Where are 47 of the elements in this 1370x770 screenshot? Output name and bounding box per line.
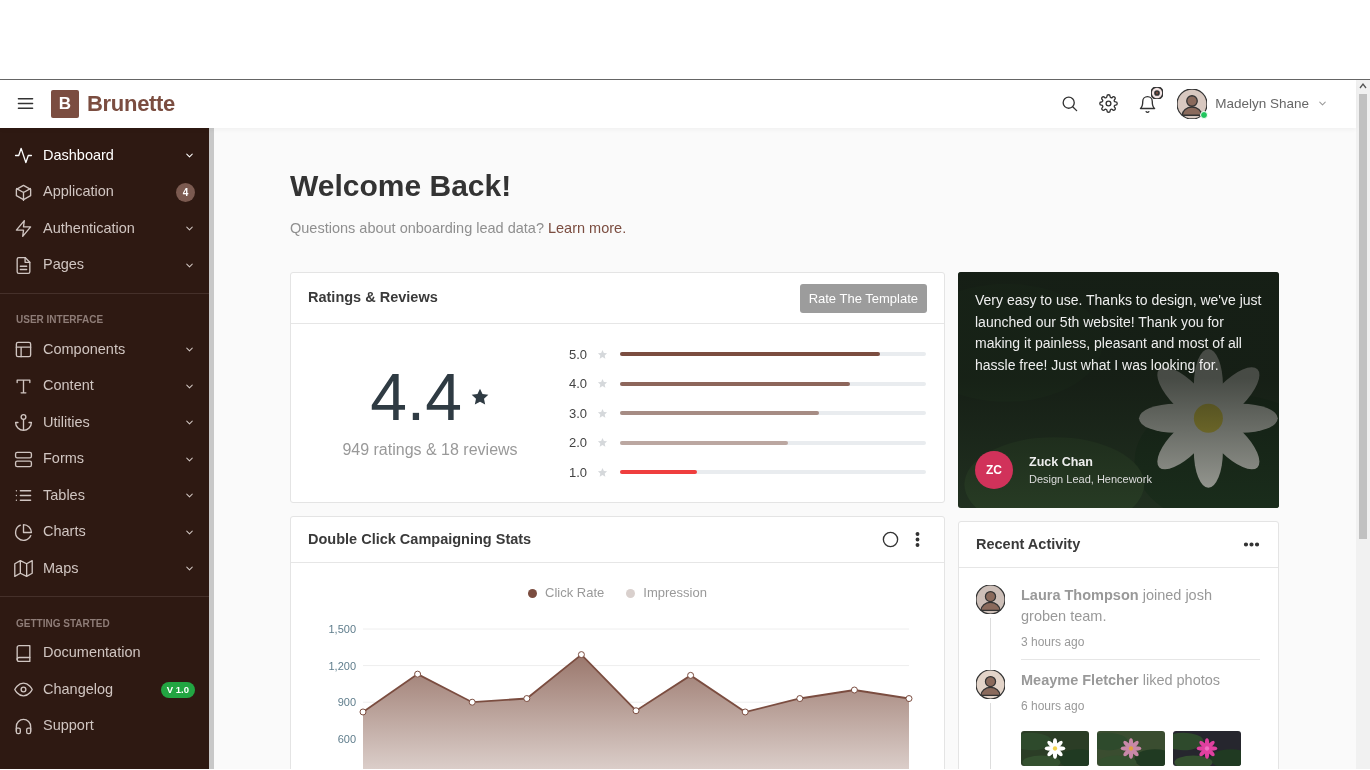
badge: 4 — [176, 182, 195, 202]
sidebar-item[interactable]: Forms — [0, 441, 209, 478]
sidebar-item[interactable]: Changelog V 1.0 — [0, 671, 209, 708]
rating-label: 1.0 — [569, 463, 589, 482]
sidebar-item[interactable]: Charts — [0, 514, 209, 551]
rating-label: 5.0 — [569, 345, 589, 364]
activity-text: Laura Thompson joined josh groben team. — [1021, 586, 1213, 627]
sidebar-item[interactable]: Components — [0, 331, 209, 368]
quote-text: Very easy to use. Thanks to design, we've just launched our 5th website! Thank you for making it painless, pleasant and most of all hassle free! Just what I was looking for. — [974, 291, 1263, 375]
axis-label: 900 — [337, 695, 356, 708]
card-title: Recent Activity — [976, 534, 1081, 554]
legend-label: Click Rate — [545, 584, 605, 603]
card-title: Double Click Campaigning Stats — [308, 529, 532, 549]
activity-text: Meayme Fletcher liked photos — [1021, 671, 1222, 691]
logo-mark: B — [51, 89, 79, 118]
rating-label: 4.0 — [569, 375, 589, 393]
badge: V 1.0 — [160, 681, 195, 698]
rating-score: 4.4 — [370, 364, 462, 431]
axis-label: 1,500 — [328, 622, 356, 635]
sidebar-item[interactable]: Dashboard — [0, 137, 209, 174]
section-heading: GETTING STARTED — [15, 616, 111, 631]
person-name: Zuck Chan — [1029, 453, 1094, 471]
section-heading: USER INTERFACE — [15, 313, 105, 327]
axis-label: 600 — [337, 732, 356, 745]
sidebar-item[interactable]: Tables — [0, 477, 209, 514]
rating-label: 2.0 — [569, 434, 589, 452]
sidebar-item[interactable]: Application 4 — [0, 174, 209, 211]
learn-more-link[interactable]: Learn more. — [548, 219, 627, 236]
brand-name: Brunette — [87, 90, 176, 119]
sidebar-item[interactable]: Utilities — [0, 404, 209, 441]
rating-label: 3.0 — [569, 404, 589, 423]
page-title: Welcome Back! — [290, 167, 513, 204]
legend-label: Impression — [643, 584, 707, 603]
sidebar-item[interactable]: Support — [0, 708, 209, 745]
sidebar-item[interactable]: Maps — [0, 550, 209, 587]
user-name[interactable]: Madelyn Shane — [1215, 93, 1309, 114]
card-title: Ratings & Reviews — [308, 288, 438, 308]
rating-summary: 949 ratings & 18 reviews — [342, 440, 518, 461]
axis-label: 1,200 — [328, 659, 356, 672]
sidebar-item[interactable]: Content — [0, 368, 209, 405]
intro-text: Questions about onboarding lead data? Learn more. — [290, 218, 628, 238]
timestamp: 6 hours ago — [1021, 698, 1086, 716]
sidebar-item[interactable]: Authentication — [0, 210, 209, 247]
sidebar-item[interactable]: Documentation — [0, 635, 209, 672]
timestamp: 3 hours ago — [1021, 634, 1086, 652]
person-role: Design Lead, Hencework — [1029, 472, 1152, 488]
sidebar-item[interactable]: Pages — [0, 247, 209, 284]
